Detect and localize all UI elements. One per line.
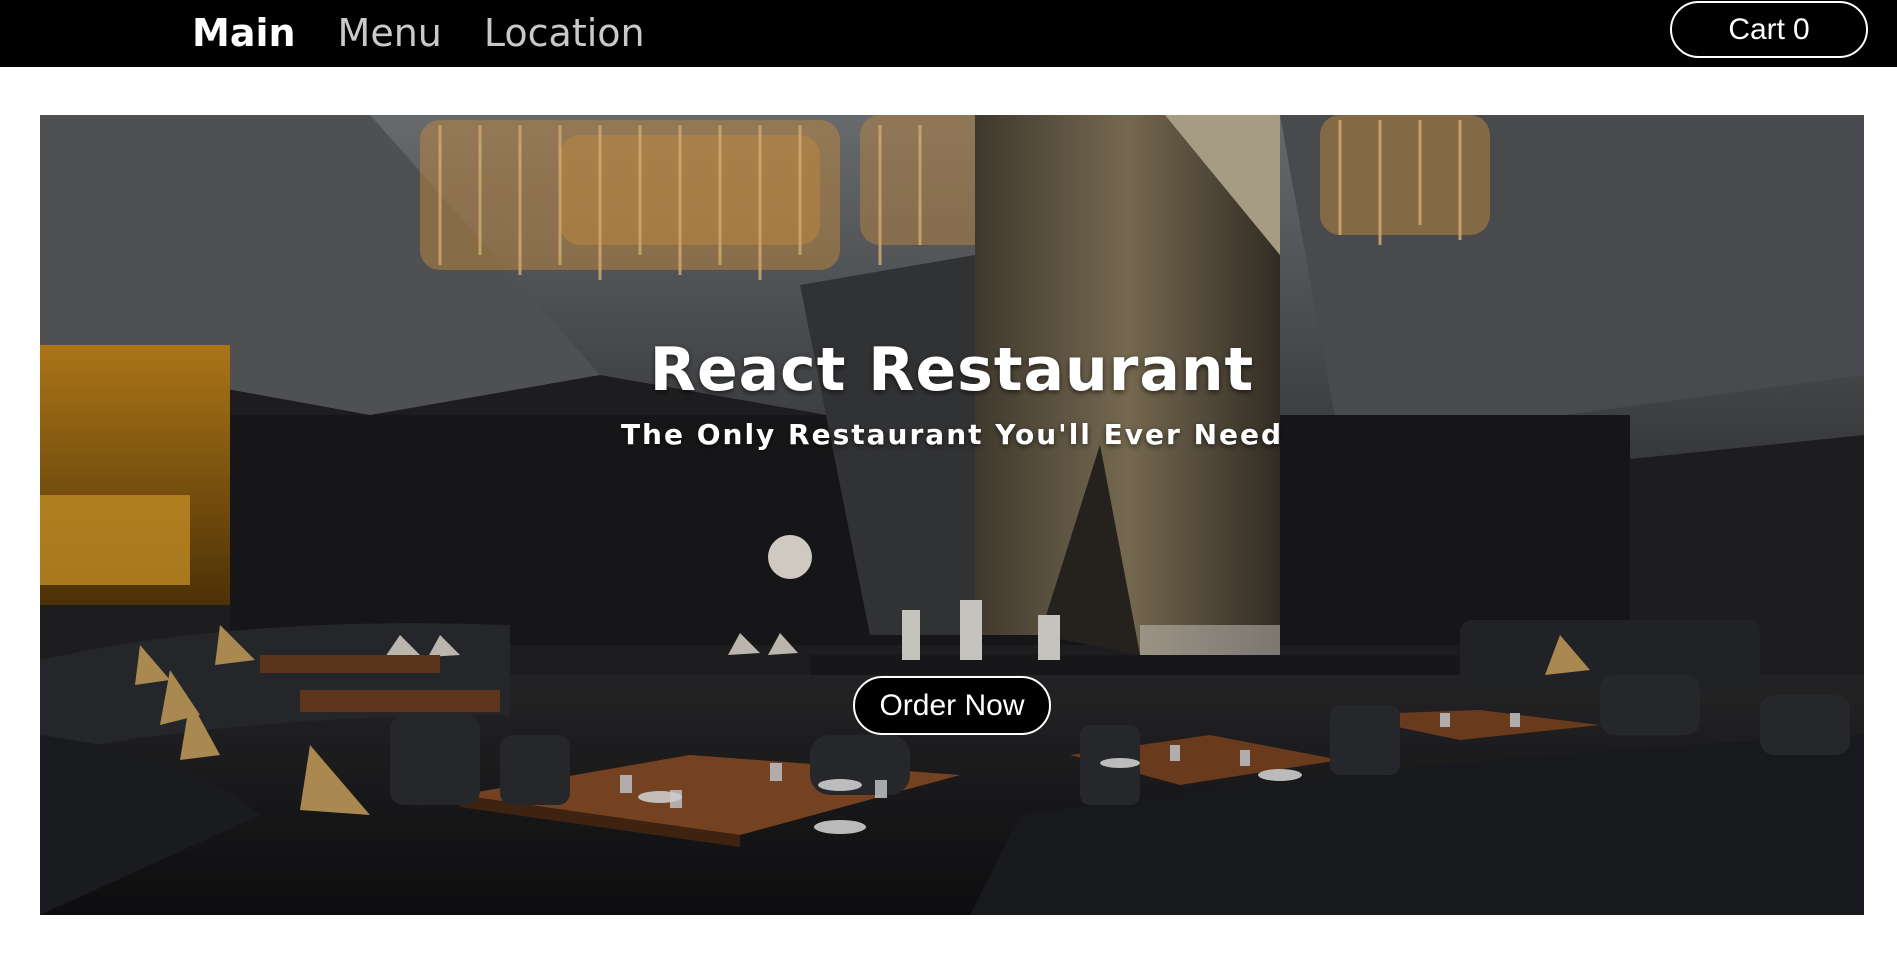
nav-link-main[interactable]: Main [192,10,296,56]
nav-link-menu[interactable]: Menu [338,10,442,56]
nav-links: Main Menu Location [192,10,645,56]
nav-link-location[interactable]: Location [484,10,645,56]
order-now-button[interactable]: Order Now [853,676,1051,735]
restaurant-interior-image [40,115,1864,915]
hero-title: React Restaurant [649,335,1255,406]
cart-button[interactable]: Cart 0 [1670,1,1868,58]
cart-count: 0 [1793,12,1810,46]
hero-banner: React Restaurant The Only Restaurant You… [40,115,1864,915]
hero-subtitle: The Only Restaurant You'll Ever Need [620,418,1284,452]
cart-label: Cart [1728,12,1785,46]
top-navbar: Main Menu Location Cart 0 [0,0,1897,67]
